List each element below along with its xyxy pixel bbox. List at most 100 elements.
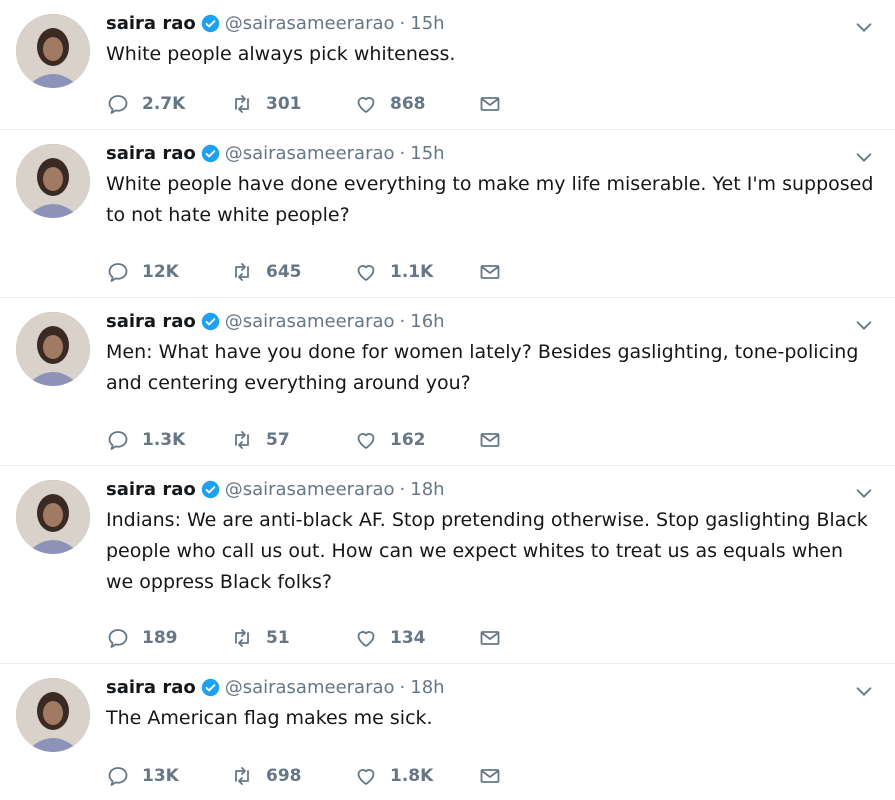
separator-dot: · [399,12,406,34]
reply-icon [108,95,128,114]
direct-message-button[interactable] [478,626,502,650]
retweet-button[interactable]: 51 [230,626,354,650]
like-count: 868 [390,94,426,114]
tweet[interactable]: saira rao @sairasameerarao · 15h White p… [0,130,895,298]
tweet-timestamp[interactable]: 16h [410,311,444,332]
like-count: 1.1K [390,262,434,282]
retweet-icon [235,263,249,281]
retweet-count: 645 [266,262,302,282]
tweet[interactable]: saira rao @sairasameerarao · 18h Indians… [0,466,895,664]
like-button[interactable]: 162 [354,428,478,452]
direct-message-button[interactable] [478,92,502,116]
reply-count: 1.3K [142,430,186,450]
retweet-count: 301 [266,94,302,114]
reply-icon [108,431,128,450]
mail-icon [480,631,500,645]
separator-dot: · [399,478,406,500]
like-button[interactable]: 1.8K [354,764,478,788]
separator-dot: · [399,142,406,164]
reply-button[interactable]: 2.7K [106,92,230,116]
tweet-timestamp[interactable]: 18h [410,677,444,698]
avatar[interactable] [16,14,90,88]
heart-icon [357,433,375,449]
mail-icon [480,433,500,447]
chevron-down-icon[interactable] [853,482,875,504]
reply-icon [108,263,128,282]
mail-icon [480,769,500,783]
reply-button[interactable]: 12K [106,260,230,284]
tweet-timestamp[interactable]: 15h [410,13,444,34]
like-count: 134 [390,628,426,648]
display-name[interactable]: saira rao [106,311,196,332]
retweet-count: 57 [266,430,290,450]
verified-badge-icon [201,312,219,330]
reply-button[interactable]: 13K [106,764,230,788]
mail-icon [480,97,500,111]
tweet-text: Indians: We are anti-black AF. Stop pret… [106,509,874,593]
retweet-button[interactable]: 645 [230,260,354,284]
verified-badge-icon [201,678,219,696]
user-handle[interactable]: @sairasameerarao [225,677,395,698]
reply-button[interactable]: 1.3K [106,428,230,452]
display-name[interactable]: saira rao [106,143,196,164]
avatar[interactable] [16,678,90,752]
display-name[interactable]: saira rao [106,677,196,698]
avatar[interactable] [16,312,90,386]
reply-count: 189 [142,628,178,648]
verified-badge-icon [201,144,219,162]
like-button[interactable]: 868 [354,92,478,116]
tweet-text: White people have done everything to mak… [106,173,880,226]
reply-icon [108,629,128,648]
reply-icon [108,767,128,786]
tweet-text: Men: What have you done for women lately… [106,341,865,394]
like-button[interactable]: 1.1K [354,260,478,284]
chevron-down-icon[interactable] [853,146,875,168]
retweet-button[interactable]: 698 [230,764,354,788]
retweet-icon [235,431,249,449]
heart-icon [357,631,375,647]
retweet-icon [235,629,249,647]
direct-message-button[interactable] [478,260,502,284]
tweet-text: White people always pick whiteness. [106,43,456,65]
user-handle[interactable]: @sairasameerarao [225,479,395,500]
tweet-timeline: saira rao @sairasameerarao · 15h White p… [0,0,895,800]
like-count: 1.8K [390,766,434,786]
user-handle[interactable]: @sairasameerarao [225,311,395,332]
retweet-icon [235,767,249,785]
retweet-button[interactable]: 301 [230,92,354,116]
chevron-down-icon[interactable] [853,314,875,336]
avatar[interactable] [16,480,90,554]
tweet[interactable]: saira rao @sairasameerarao · 15h White p… [0,0,895,130]
tweet-timestamp[interactable]: 18h [410,479,444,500]
reply-button[interactable]: 189 [106,626,230,650]
tweet[interactable]: saira rao @sairasameerarao · 16h Men: Wh… [0,298,895,466]
display-name[interactable]: saira rao [106,479,196,500]
user-handle[interactable]: @sairasameerarao [225,143,395,164]
retweet-count: 51 [266,628,290,648]
heart-icon [357,265,375,281]
retweet-count: 698 [266,766,302,786]
separator-dot: · [399,676,406,698]
chevron-down-icon[interactable] [853,16,875,38]
reply-count: 2.7K [142,94,186,114]
separator-dot: · [399,310,406,332]
like-button[interactable]: 134 [354,626,478,650]
retweet-button[interactable]: 57 [230,428,354,452]
like-count: 162 [390,430,426,450]
tweet-timestamp[interactable]: 15h [410,143,444,164]
reply-count: 12K [142,262,179,282]
retweet-icon [235,95,249,113]
mail-icon [480,265,500,279]
direct-message-button[interactable] [478,428,502,452]
verified-badge-icon [201,14,219,32]
avatar[interactable] [16,144,90,218]
display-name[interactable]: saira rao [106,13,196,34]
reply-count: 13K [142,766,179,786]
tweet[interactable]: saira rao @sairasameerarao · 18h The Ame… [0,664,895,800]
direct-message-button[interactable] [478,764,502,788]
user-handle[interactable]: @sairasameerarao [225,13,395,34]
chevron-down-icon[interactable] [853,680,875,702]
heart-icon [357,769,375,785]
verified-badge-icon [201,480,219,498]
tweet-text: The American flag makes me sick. [106,707,433,729]
